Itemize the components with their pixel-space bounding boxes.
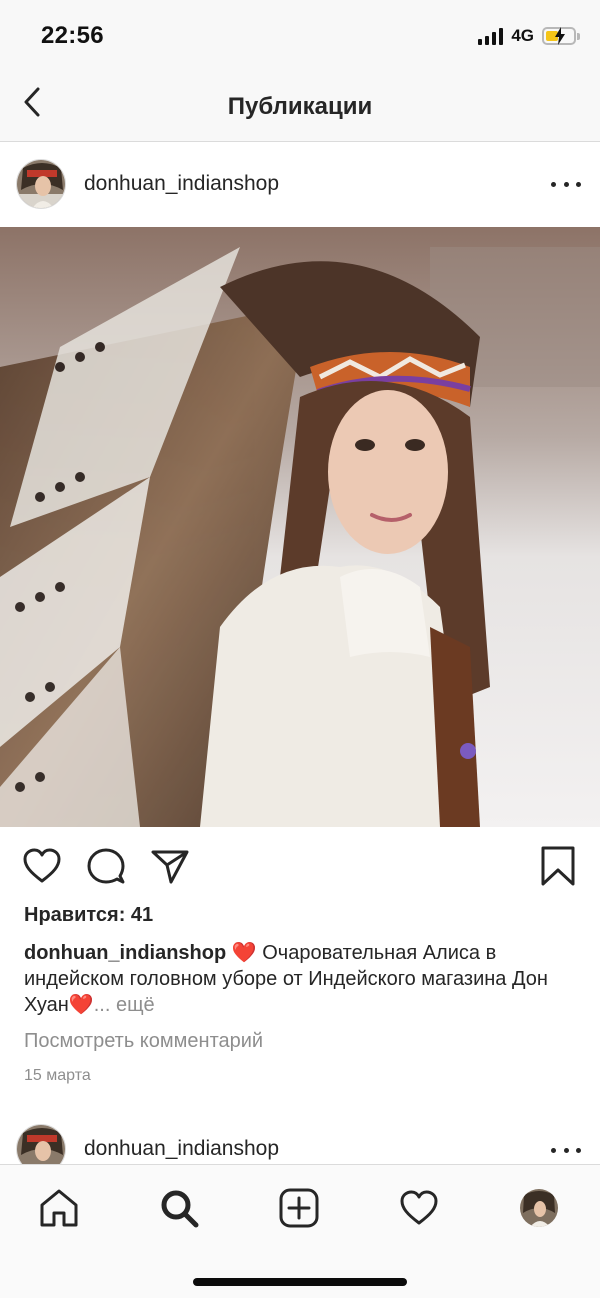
battery-icon: [542, 27, 580, 45]
caption-more-link[interactable]: ... ещё: [94, 994, 155, 1016]
like-button[interactable]: [22, 846, 62, 886]
tab-bar: [0, 1164, 600, 1298]
signal-icon: [478, 27, 504, 45]
status-indicators: 4G: [478, 25, 580, 47]
next-post-username[interactable]: donhuan_indianshop: [84, 1137, 279, 1161]
more-options-button[interactable]: [551, 1142, 581, 1158]
network-type: 4G: [511, 26, 534, 45]
bookmark-icon: [541, 846, 575, 886]
status-bar: 22:56 4G: [0, 0, 600, 72]
search-icon: [161, 1190, 199, 1228]
tab-home[interactable]: [38, 1187, 80, 1229]
post-header: donhuan_indianshop: [0, 142, 600, 226]
heart-emoji: ❤️: [231, 942, 257, 964]
likes-count[interactable]: Нравится: 41: [24, 904, 153, 927]
avatar[interactable]: [16, 159, 66, 209]
view-comments-link[interactable]: Посмотреть комментарий: [24, 1030, 263, 1053]
more-dots-icon: [551, 181, 556, 187]
tab-new-post[interactable]: [278, 1187, 320, 1229]
heart-emoji: ❤️: [68, 994, 94, 1016]
comment-button[interactable]: [86, 846, 126, 886]
status-time: 22:56: [41, 22, 104, 49]
home-indicator: [193, 1278, 407, 1286]
more-options-button[interactable]: [551, 176, 581, 192]
new-post-icon: [279, 1188, 319, 1228]
activity-heart-icon: [400, 1190, 438, 1225]
profile-avatar: [520, 1189, 558, 1227]
paper-plane-icon: [151, 850, 189, 884]
post-caption: donhuan_indianshop ❤️ Очаровательная Али…: [24, 940, 584, 1018]
page-title: Публикации: [227, 93, 373, 120]
post-date: 15 марта: [24, 1067, 91, 1084]
avatar[interactable]: [16, 1124, 66, 1164]
caption-username[interactable]: donhuan_indianshop: [24, 942, 226, 964]
post-username[interactable]: donhuan_indianshop: [84, 172, 279, 196]
more-dots-icon: [551, 1147, 556, 1153]
tab-profile[interactable]: [520, 1189, 558, 1227]
share-button[interactable]: [150, 846, 190, 886]
post-actions: [0, 828, 600, 900]
tab-activity[interactable]: [398, 1187, 440, 1229]
next-post-header: donhuan_indianshop: [0, 1114, 600, 1164]
home-icon: [40, 1189, 78, 1227]
heart-icon: [23, 848, 61, 883]
nav-header: Публикации: [0, 72, 600, 142]
tab-search[interactable]: [158, 1187, 200, 1229]
save-button[interactable]: [538, 846, 578, 886]
post-photo[interactable]: [0, 227, 600, 827]
comment-bubble-icon: [87, 848, 125, 884]
